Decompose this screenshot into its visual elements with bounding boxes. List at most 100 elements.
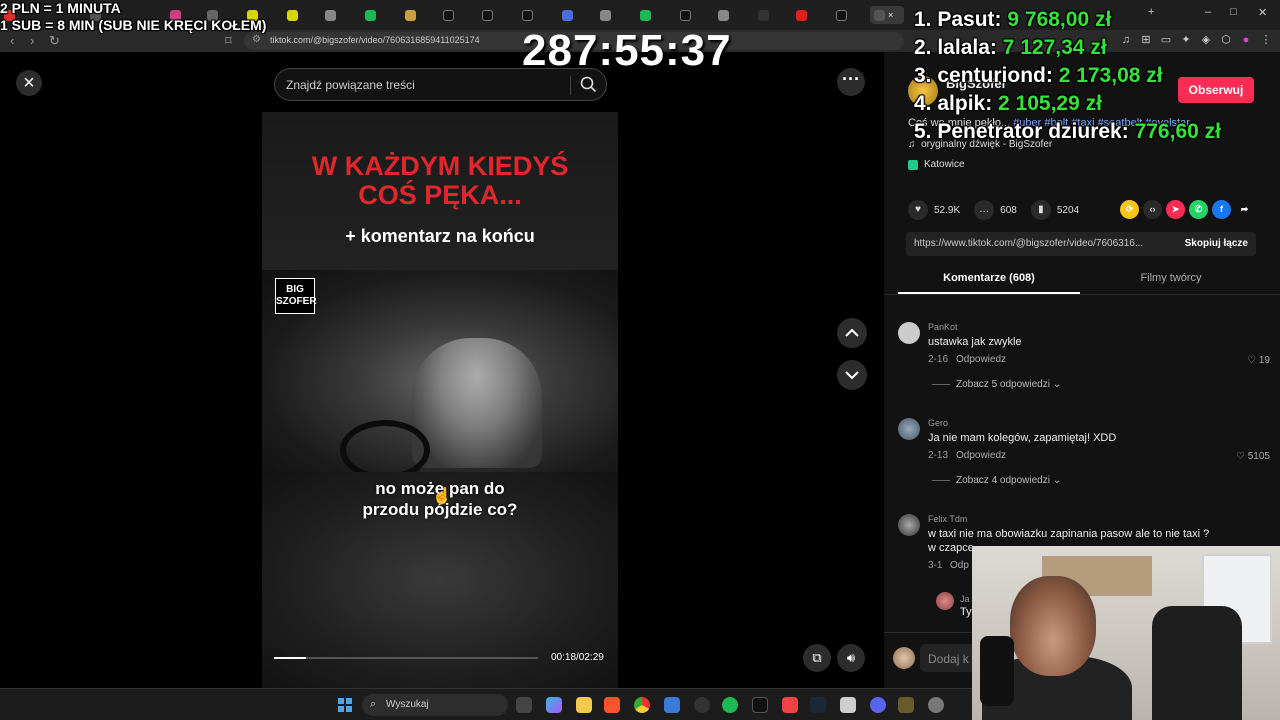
chrome-icon[interactable] [634, 697, 650, 713]
more-options-button[interactable]: ··· [837, 68, 865, 96]
reply-text: Ty [960, 606, 972, 618]
extension-icon[interactable]: ▭ [1160, 34, 1172, 46]
app-icon[interactable] [752, 697, 768, 713]
embed-icon[interactable]: ‹› [1143, 200, 1162, 219]
taskbar-search[interactable]: ⌕ Wyszukaj [362, 694, 508, 716]
tab-close-icon[interactable]: × [888, 10, 893, 20]
search-icon[interactable] [580, 76, 597, 98]
reload-icon[interactable]: ↻ [49, 33, 60, 49]
browser-menu-icon[interactable]: ⋮ [1260, 34, 1272, 46]
view-replies-button[interactable]: Zobacz 5 odpowiedzi ⌄ [932, 379, 1061, 390]
comment-avatar[interactable] [898, 514, 920, 536]
minimize-icon[interactable]: – [1205, 6, 1211, 18]
chevron-down-icon [845, 371, 859, 380]
share-link[interactable]: https://www.tiktok.com/@bigszofer/video/… [914, 238, 1143, 249]
browser-tab[interactable] [836, 6, 847, 24]
like-button[interactable]: ♥ 52.9K [908, 200, 960, 220]
app-icon[interactable] [898, 697, 914, 713]
file-explorer-icon[interactable] [576, 697, 592, 713]
close-icon: × [23, 72, 35, 94]
browser-tab[interactable] [600, 6, 611, 24]
browser-tab[interactable] [405, 6, 416, 24]
comment-button[interactable]: … 608 [974, 200, 1017, 220]
comment-like-button[interactable]: ♡ 19 [1247, 355, 1270, 366]
share-icon[interactable]: ➦ [1235, 200, 1254, 219]
task-view-icon[interactable] [516, 697, 532, 713]
bookmark-icon[interactable]: ⌑ [225, 33, 232, 49]
extension-icon[interactable]: ◈ [1200, 34, 1212, 46]
new-tab-icon[interactable]: + [1148, 6, 1154, 18]
app-icon[interactable] [694, 697, 710, 713]
copilot-icon[interactable] [546, 697, 562, 713]
miniplayer-button[interactable]: ⧉ [803, 644, 831, 672]
reply-avatar[interactable] [936, 592, 954, 610]
site-info-icon[interactable]: ⚙ [252, 34, 261, 45]
profile-icon[interactable]: ● [1240, 34, 1252, 46]
save-button[interactable]: ▮ 5204 [1030, 200, 1079, 220]
browser-tab[interactable] [562, 6, 573, 24]
previous-video-button[interactable] [837, 318, 867, 348]
settings-icon[interactable] [928, 697, 944, 713]
browser-tab[interactable] [325, 6, 336, 24]
extension-icon[interactable]: ✦ [1180, 34, 1192, 46]
start-menu-icon[interactable] [338, 698, 352, 712]
tab-comments[interactable]: Komentarze (608) [898, 272, 1080, 284]
video-area: × Znajdź powiązane treści ··· W KAŻDYM K… [0, 52, 884, 688]
spotify-icon[interactable] [722, 697, 738, 713]
browser-tab[interactable] [365, 6, 376, 24]
reply-button[interactable]: Odpowiedz [956, 450, 1006, 461]
browser-tab[interactable] [522, 6, 533, 24]
next-video-button[interactable] [837, 360, 867, 390]
comment-input-placeholder: Dodaj k [928, 652, 969, 666]
reply-user[interactable]: Ja [960, 594, 970, 604]
video-progress-bar[interactable] [274, 657, 538, 659]
browser-tab[interactable] [718, 6, 729, 24]
comment-user[interactable]: PanKot [928, 322, 958, 332]
tab-creator-videos[interactable]: Filmy twórcy [1080, 272, 1262, 284]
comment-like-button[interactable]: ♡ 5105 [1236, 451, 1270, 462]
location-tag[interactable]: Katowice [908, 159, 965, 170]
rate-line-1: 2 PLN = 1 MINUTA [0, 0, 121, 16]
calculator-icon[interactable] [840, 697, 856, 713]
extension-icon[interactable]: ♫ [1120, 34, 1132, 46]
webcam-head [1010, 576, 1096, 676]
browser-tab[interactable] [796, 6, 807, 24]
app-icon[interactable] [782, 697, 798, 713]
reply-button[interactable]: Odpowiedz [956, 354, 1006, 365]
store-icon[interactable] [664, 697, 680, 713]
extension-icon[interactable]: ⊞ [1140, 34, 1152, 46]
facebook-icon[interactable]: f [1212, 200, 1231, 219]
browser-tab[interactable] [287, 6, 298, 24]
repost-icon[interactable]: ⟳ [1120, 200, 1139, 219]
comment-avatar[interactable] [898, 322, 920, 344]
maximize-icon[interactable]: □ [1230, 6, 1237, 18]
brave-icon[interactable] [604, 697, 620, 713]
comment-user[interactable]: Gero [928, 418, 948, 428]
reply-button[interactable]: Odp [950, 560, 969, 571]
search-placeholder: Znajdź powiązane treści [286, 78, 415, 92]
browser-tab[interactable] [640, 6, 651, 24]
browser-tab[interactable] [758, 6, 769, 24]
back-icon[interactable]: ‹ [10, 33, 14, 48]
send-icon[interactable]: ➤ [1166, 200, 1185, 219]
forward-icon[interactable]: › [30, 33, 34, 48]
follow-button[interactable]: Obserwuj [1178, 77, 1254, 103]
steering-wheel [340, 420, 430, 480]
browser-tab[interactable] [482, 6, 493, 24]
volume-button[interactable]: 🔊︎ [837, 644, 865, 672]
comment-user[interactable]: Felix Tdm [928, 514, 967, 524]
tab-favicon-icon [405, 9, 416, 21]
view-replies-button[interactable]: Zobacz 4 odpowiedzi ⌄ [932, 475, 1061, 486]
discord-icon[interactable] [870, 697, 886, 713]
comment-avatar[interactable] [898, 418, 920, 440]
close-video-button[interactable]: × [16, 70, 42, 96]
window-close-icon[interactable]: ✕ [1258, 6, 1267, 19]
copy-link-button[interactable]: Skopiuj łącze [1185, 238, 1248, 249]
steam-icon[interactable] [810, 697, 826, 713]
whatsapp-icon[interactable]: ✆ [1189, 200, 1208, 219]
browser-tab[interactable] [443, 6, 454, 24]
video-player[interactable]: W KAŻDYM KIEDYŚ COŚ PĘKA... + komentarz … [262, 112, 618, 688]
extension-icon[interactable]: ⬡ [1220, 34, 1232, 46]
browser-tab[interactable] [680, 6, 691, 24]
browser-tab-active[interactable]: × [870, 6, 904, 24]
